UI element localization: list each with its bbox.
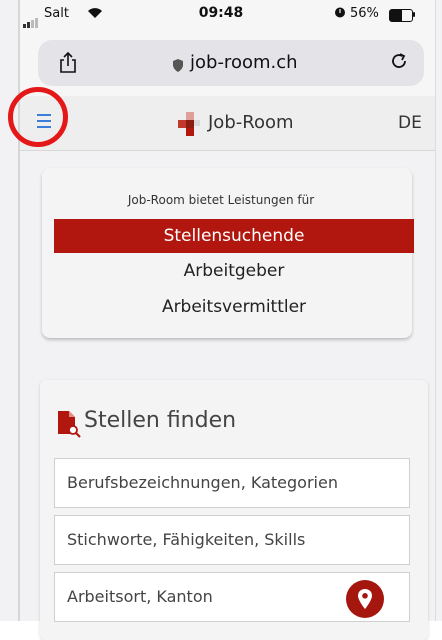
search-title: Stellen finden bbox=[84, 408, 237, 433]
document-search-icon bbox=[57, 410, 81, 438]
keywords-field[interactable]: Stichworte, Fähigkeiten, Skills bbox=[54, 515, 410, 565]
reload-icon[interactable] bbox=[390, 51, 408, 76]
battery-cap bbox=[413, 12, 415, 17]
shield-icon bbox=[172, 57, 184, 76]
job-title-placeholder: Berufsbezeichnungen, Kategorien bbox=[67, 473, 338, 492]
location-placeholder: Arbeitsort, Kanton bbox=[67, 587, 213, 606]
audience-item-arbeitgeber[interactable]: Arbeitgeber bbox=[54, 254, 414, 288]
audience-intro: Job-Room bietet Leistungen für bbox=[127, 193, 315, 207]
location-pin-icon bbox=[358, 589, 372, 609]
alarm-icon bbox=[334, 6, 346, 21]
right-edge bbox=[435, 0, 436, 621]
logo-text[interactable]: Job-Room bbox=[208, 112, 294, 133]
job-title-field[interactable]: Berufsbezeichnungen, Kategorien bbox=[54, 458, 410, 508]
url-text[interactable]: job-room.ch bbox=[190, 52, 298, 73]
audience-item-arbeitsvermittler[interactable]: Arbeitsvermittler bbox=[54, 290, 414, 324]
battery-icon bbox=[389, 9, 413, 22]
highlight-circle bbox=[8, 87, 68, 147]
job-room-logo-icon bbox=[174, 112, 202, 136]
location-pin-button[interactable] bbox=[346, 580, 384, 618]
keywords-placeholder: Stichworte, Fähigkeiten, Skills bbox=[67, 530, 306, 549]
language-selector[interactable]: DE bbox=[398, 113, 422, 133]
battery-percent: 56% bbox=[350, 6, 379, 21]
audience-item-stellensuchende[interactable]: Stellensuchende bbox=[54, 219, 414, 253]
share-icon[interactable] bbox=[58, 51, 78, 74]
